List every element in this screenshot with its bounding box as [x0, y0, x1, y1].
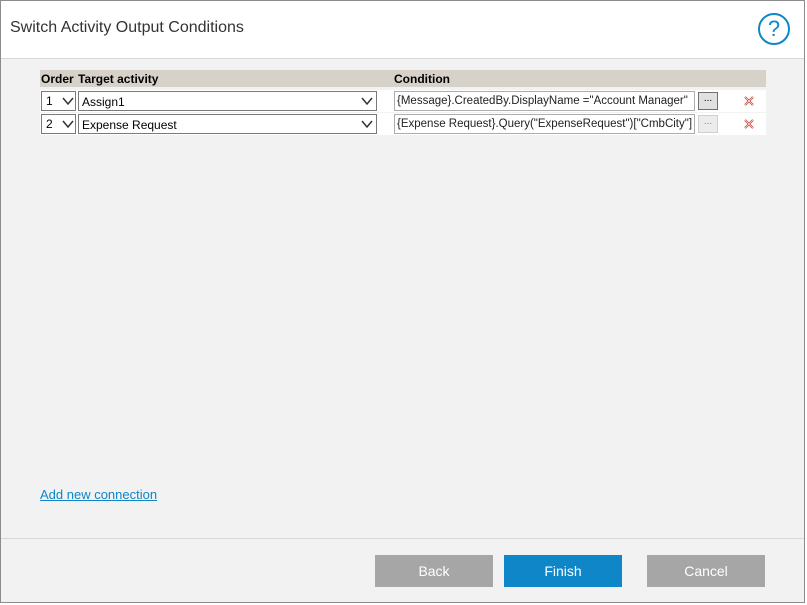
column-header-order: Order: [41, 72, 74, 86]
condition-editor-button[interactable]: ...: [698, 115, 718, 133]
order-select[interactable]: 2: [41, 114, 76, 134]
finish-button[interactable]: Finish: [504, 555, 622, 587]
back-button[interactable]: Back: [375, 555, 493, 587]
condition-row: 1 Assign1 {Message}.CreatedBy.DisplayNam…: [40, 90, 766, 112]
chevron-down-icon: [361, 97, 373, 106]
cancel-button[interactable]: Cancel: [647, 555, 765, 587]
condition-input[interactable]: {Expense Request}.Query("ExpenseRequest"…: [394, 114, 695, 134]
order-select[interactable]: 1: [41, 91, 76, 111]
grid-header: Order Target activity Condition: [40, 70, 766, 87]
column-header-condition: Condition: [394, 72, 450, 86]
column-header-target-activity: Target activity: [78, 72, 159, 86]
target-activity-value: Assign1: [82, 95, 125, 109]
conditions-grid: Order Target activity Condition 1 Assign…: [40, 70, 766, 135]
delete-x-icon[interactable]: [743, 95, 755, 107]
add-new-connection-link[interactable]: Add new connection: [40, 487, 157, 502]
chevron-down-icon: [62, 120, 74, 129]
condition-row: 2 Expense Request {Expense Request}.Quer…: [40, 113, 766, 135]
chevron-down-icon: [62, 97, 74, 106]
order-value: 1: [46, 94, 53, 108]
condition-editor-button[interactable]: ...: [698, 92, 718, 110]
switch-output-conditions-dialog: Switch Activity Output Conditions ? Orde…: [0, 0, 805, 603]
target-activity-value: Expense Request: [82, 118, 177, 132]
delete-x-icon[interactable]: [743, 118, 755, 130]
footer-divider: [1, 538, 804, 539]
condition-input[interactable]: {Message}.CreatedBy.DisplayName ="Accoun…: [394, 91, 695, 111]
target-activity-select[interactable]: Expense Request: [78, 114, 377, 134]
target-activity-select[interactable]: Assign1: [78, 91, 377, 111]
order-value: 2: [46, 117, 53, 131]
help-icon[interactable]: ?: [758, 13, 790, 45]
title-bar: Switch Activity Output Conditions ?: [1, 1, 804, 59]
chevron-down-icon: [361, 120, 373, 129]
dialog-title: Switch Activity Output Conditions: [10, 19, 244, 36]
